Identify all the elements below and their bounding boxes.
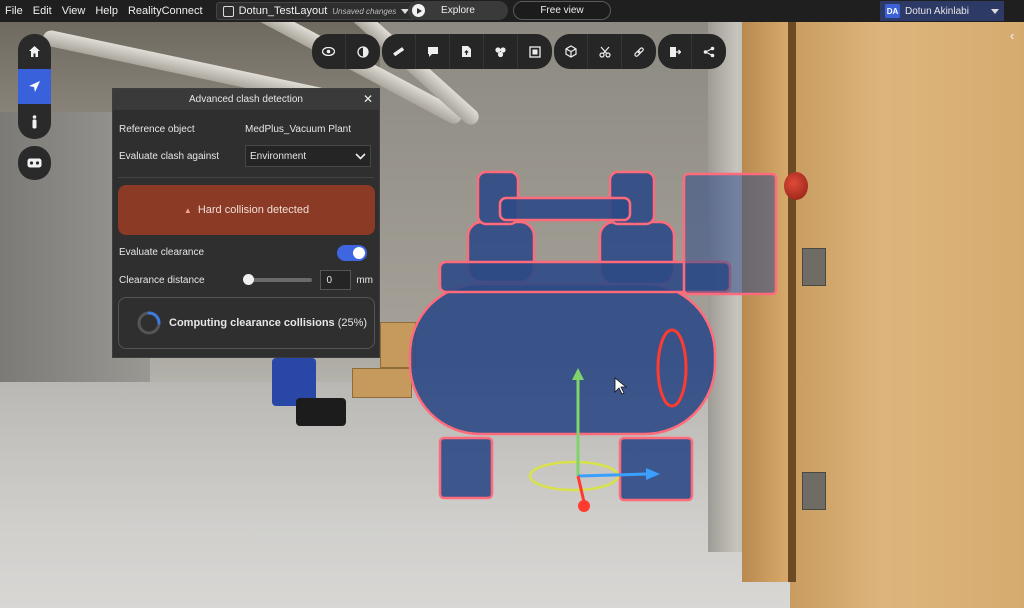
close-icon[interactable]: ✕ bbox=[363, 92, 373, 106]
upload-document-button[interactable] bbox=[450, 34, 484, 69]
cube-icon bbox=[564, 45, 577, 58]
frame-icon bbox=[529, 45, 541, 58]
reference-value: MedPlus_Vacuum Plant bbox=[245, 124, 351, 135]
collision-alert: ▲ Hard collision detected bbox=[118, 185, 375, 235]
link-icon bbox=[634, 46, 644, 57]
against-value: Environment bbox=[250, 150, 307, 162]
vr-mode-button[interactable] bbox=[18, 146, 51, 180]
user-menu[interactable]: DA Dotun Akinlabi bbox=[880, 1, 1004, 21]
alert-text: Hard collision detected bbox=[197, 204, 310, 216]
frame-button[interactable] bbox=[518, 34, 552, 69]
toolbar-group-share bbox=[658, 34, 726, 69]
menu-bar: File Edit View Help RealityConnect Dotun… bbox=[0, 0, 1024, 22]
document-upload-icon bbox=[462, 46, 471, 57]
computing-progress: Computing clearance collisions (25%) bbox=[118, 297, 375, 349]
explore-mode-button[interactable]: Explore bbox=[408, 1, 508, 20]
dialog-header: Advanced clash detection ✕ bbox=[113, 89, 379, 110]
toolbar-group-view bbox=[312, 34, 380, 69]
distance-value: 0 bbox=[326, 274, 332, 286]
person-icon bbox=[32, 114, 37, 128]
progress-percent: (25%) bbox=[337, 317, 368, 329]
export-icon bbox=[669, 46, 681, 57]
navigate-button[interactable] bbox=[18, 69, 51, 104]
left-navigation bbox=[18, 34, 51, 139]
unsaved-status: Unsaved changes bbox=[332, 6, 397, 16]
slider-knob[interactable] bbox=[242, 274, 254, 285]
menu-view[interactable]: View bbox=[57, 0, 91, 22]
comment-icon bbox=[427, 46, 438, 57]
object-button[interactable] bbox=[554, 34, 588, 69]
contrast-icon bbox=[357, 45, 369, 58]
clearance-label: Evaluate clearance bbox=[119, 247, 205, 258]
reference-row: Reference object MedPlus_Vacuum Plant bbox=[119, 124, 373, 135]
collapse-panel-icon[interactable]: ‹ bbox=[1010, 28, 1014, 43]
eye-icon bbox=[322, 47, 335, 56]
against-row: Evaluate clash against Environment bbox=[119, 145, 373, 167]
clearance-toggle[interactable] bbox=[337, 244, 367, 261]
gizmo-handle-z bbox=[578, 500, 590, 512]
contrast-button[interactable] bbox=[346, 34, 380, 69]
navigate-icon bbox=[29, 81, 40, 92]
chevron-down-icon bbox=[355, 152, 366, 160]
distance-label: Clearance distance bbox=[119, 274, 205, 286]
tool-bar bbox=[312, 34, 726, 69]
distance-unit: mm bbox=[356, 274, 373, 286]
file-selector[interactable]: Dotun_TestLayout Unsaved changes bbox=[215, 2, 417, 20]
menu-file[interactable]: File bbox=[0, 0, 28, 22]
comment-button[interactable] bbox=[416, 34, 450, 69]
free-view-label: Free view bbox=[540, 5, 584, 16]
file-name: Dotun_TestLayout bbox=[238, 5, 328, 17]
cut-button[interactable] bbox=[588, 34, 622, 69]
reference-label: Reference object bbox=[119, 124, 195, 135]
menu-help[interactable]: Help bbox=[90, 0, 123, 22]
against-label: Evaluate clash against bbox=[119, 150, 220, 162]
progress-spinner-icon bbox=[137, 311, 161, 335]
layers-button[interactable] bbox=[484, 34, 518, 69]
leg-left bbox=[438, 436, 494, 500]
clearance-row: Evaluate clearance bbox=[119, 244, 373, 261]
side-panel bbox=[682, 172, 778, 296]
dialog-title: Advanced clash detection bbox=[189, 94, 303, 105]
walk-button[interactable] bbox=[18, 104, 51, 139]
vr-headset-icon bbox=[27, 158, 42, 168]
scissors-icon bbox=[598, 46, 611, 58]
toolbar-group-tools bbox=[382, 34, 552, 69]
avatar: DA bbox=[885, 4, 900, 18]
progress-label: Computing clearance collisions bbox=[169, 317, 335, 329]
free-view-button[interactable]: Free view bbox=[513, 1, 611, 20]
menu-realityconnect[interactable]: RealityConnect bbox=[123, 0, 208, 22]
share-icon bbox=[703, 46, 715, 57]
pipe-manifold bbox=[498, 196, 632, 222]
distance-row: Clearance distance 0 mm bbox=[119, 270, 373, 290]
menu-edit[interactable]: Edit bbox=[28, 0, 57, 22]
share-button[interactable] bbox=[692, 34, 726, 69]
tank-body bbox=[408, 282, 717, 436]
measure-icon bbox=[393, 47, 405, 57]
distance-slider[interactable] bbox=[242, 274, 313, 285]
chevron-down-icon bbox=[991, 8, 999, 14]
play-icon bbox=[412, 4, 425, 17]
leg-right bbox=[618, 436, 694, 502]
home-icon bbox=[29, 46, 40, 57]
gizmo-axis-x bbox=[577, 472, 649, 478]
home-button[interactable] bbox=[18, 34, 51, 69]
divider bbox=[118, 177, 374, 178]
user-name: Dotun Akinlabi bbox=[905, 5, 969, 17]
link-button[interactable] bbox=[622, 34, 656, 69]
warning-icon: ▲ bbox=[183, 205, 192, 215]
clash-detection-dialog: Advanced clash detection ✕ Reference obj… bbox=[112, 88, 380, 358]
explore-label: Explore bbox=[441, 5, 475, 16]
export-button[interactable] bbox=[658, 34, 692, 69]
visibility-button[interactable] bbox=[312, 34, 346, 69]
layers-icon bbox=[495, 46, 506, 57]
toolbar-group-edit bbox=[554, 34, 656, 69]
against-select[interactable]: Environment bbox=[245, 145, 371, 167]
measure-button[interactable] bbox=[382, 34, 416, 69]
distance-input[interactable]: 0 bbox=[320, 270, 352, 290]
file-icon bbox=[222, 5, 234, 17]
